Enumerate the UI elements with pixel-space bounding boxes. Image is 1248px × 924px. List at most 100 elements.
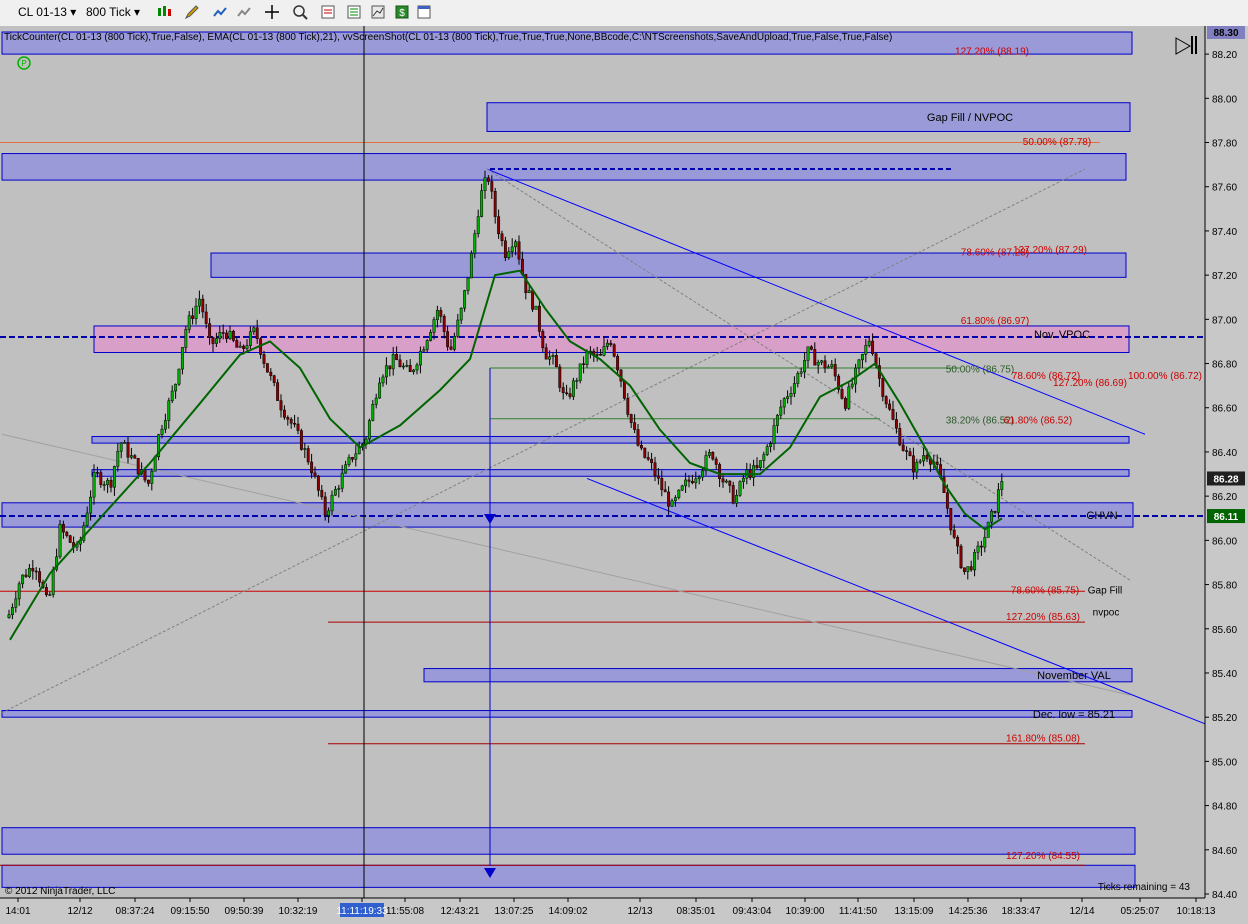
- candle-body: [381, 376, 385, 384]
- candle-body: [514, 241, 518, 248]
- zoom-icon[interactable]: [292, 4, 308, 20]
- candle-body: [174, 383, 178, 392]
- price-zone[interactable]: [1, 864, 1136, 888]
- candle-body: [299, 430, 303, 450]
- zone-label: CHVN: [1086, 510, 1117, 522]
- price-tick-label: 86.80: [1212, 360, 1237, 371]
- chart-trader-icon[interactable]: [370, 4, 386, 20]
- candle-body: [945, 492, 949, 509]
- candle-body: [544, 347, 548, 360]
- candle-body: [61, 523, 65, 533]
- candle-body: [578, 363, 582, 381]
- candle-body: [701, 470, 705, 478]
- candle-body: [697, 476, 701, 480]
- candle-body: [289, 418, 293, 424]
- candle-body: [109, 479, 113, 488]
- candle-body: [605, 342, 609, 347]
- candle-body: [891, 408, 895, 420]
- candle-body: [238, 345, 242, 348]
- candle-body: [871, 340, 875, 355]
- candle-body: [636, 429, 640, 446]
- price-zone[interactable]: [1, 153, 1127, 181]
- candle-body: [806, 346, 810, 361]
- crosshair-icon[interactable]: [264, 4, 280, 20]
- candle-body: [24, 574, 28, 577]
- copyright-label: © 2012 NinjaTrader, LLC: [5, 886, 115, 897]
- candle-body: [218, 332, 222, 339]
- candle-body: [248, 331, 252, 346]
- dollar-icon[interactable]: $: [394, 4, 410, 20]
- candle-body: [758, 460, 762, 468]
- candle-body: [782, 398, 786, 408]
- candle-body: [714, 458, 718, 465]
- candle-body: [265, 363, 269, 373]
- candle-body: [684, 479, 688, 487]
- candle-body: [534, 305, 538, 310]
- instrument-selector[interactable]: CL 01-13 ▾: [18, 3, 76, 21]
- candle-body: [27, 568, 31, 577]
- price-zone[interactable]: [1, 710, 1133, 718]
- window-icon[interactable]: [416, 4, 432, 20]
- candle-body: [65, 531, 69, 536]
- price-tick-label: 87.00: [1212, 315, 1237, 326]
- candle-body: [435, 310, 439, 320]
- candle-body: [51, 569, 55, 595]
- svg-text:$: $: [399, 8, 405, 19]
- candle-body: [170, 390, 174, 401]
- price-tick-label: 85.80: [1212, 581, 1237, 592]
- candlestick-icon[interactable]: [156, 4, 172, 20]
- candle-body: [976, 545, 980, 553]
- candle-body: [391, 354, 395, 370]
- candle-body: [44, 587, 48, 596]
- candle-body: [582, 363, 586, 366]
- candle-body: [622, 380, 626, 399]
- candle-body: [609, 342, 613, 345]
- candle-body: [905, 450, 909, 452]
- strategy-icon[interactable]: [236, 4, 252, 20]
- candle-body: [660, 477, 664, 491]
- price-tick-label: 85.00: [1212, 757, 1237, 768]
- candle-body: [367, 420, 371, 440]
- price-chart[interactable]: Gap Fill / NVPOC CHVN November VAL Dec. low…: [0, 26, 1248, 924]
- price-zone[interactable]: [91, 435, 1130, 444]
- fib-label: 61.80% (86.52): [1004, 415, 1072, 426]
- candle-body: [551, 355, 555, 357]
- price-zone[interactable]: [91, 469, 1130, 477]
- time-tick-label: 14:09:02: [549, 906, 588, 917]
- candle-body: [459, 307, 463, 321]
- add-indicator-icon[interactable]: [212, 4, 228, 20]
- properties-icon[interactable]: [320, 4, 336, 20]
- price-tick-label: 85.40: [1212, 669, 1237, 680]
- candle-body: [211, 337, 215, 344]
- candle-body: [483, 177, 487, 191]
- candle-body: [803, 360, 807, 373]
- price-zone[interactable]: [1, 502, 1134, 528]
- candle-body: [432, 319, 436, 333]
- price-zone[interactable]: [486, 102, 1131, 132]
- price-tick-label: 87.80: [1212, 139, 1237, 150]
- candle-body: [663, 489, 667, 493]
- candle-body: [765, 446, 769, 455]
- time-tick-label: 18:33:47: [1002, 906, 1041, 917]
- candle-body: [554, 355, 558, 368]
- candle-body: [792, 383, 796, 394]
- candle-body: [531, 290, 535, 310]
- candle-body: [187, 315, 191, 330]
- price-tick-label: 88.00: [1212, 94, 1237, 105]
- candle-body: [769, 443, 773, 447]
- candle-body: [486, 177, 490, 182]
- interval-selector[interactable]: 800 Tick ▾: [86, 3, 140, 21]
- candle-body: [561, 387, 565, 393]
- candle-body: [670, 500, 674, 507]
- candle-body: [568, 393, 572, 397]
- candle-body: [527, 290, 531, 294]
- candle-body: [252, 327, 256, 333]
- price-zone[interactable]: [1, 827, 1136, 855]
- data-box-icon[interactable]: [346, 4, 362, 20]
- candle-body: [517, 241, 521, 260]
- candle-body: [150, 470, 154, 484]
- price-badge-label: 86.28: [1213, 474, 1238, 485]
- candle-body: [707, 452, 711, 456]
- candle-body: [629, 414, 633, 423]
- pencil-icon[interactable]: [184, 4, 200, 20]
